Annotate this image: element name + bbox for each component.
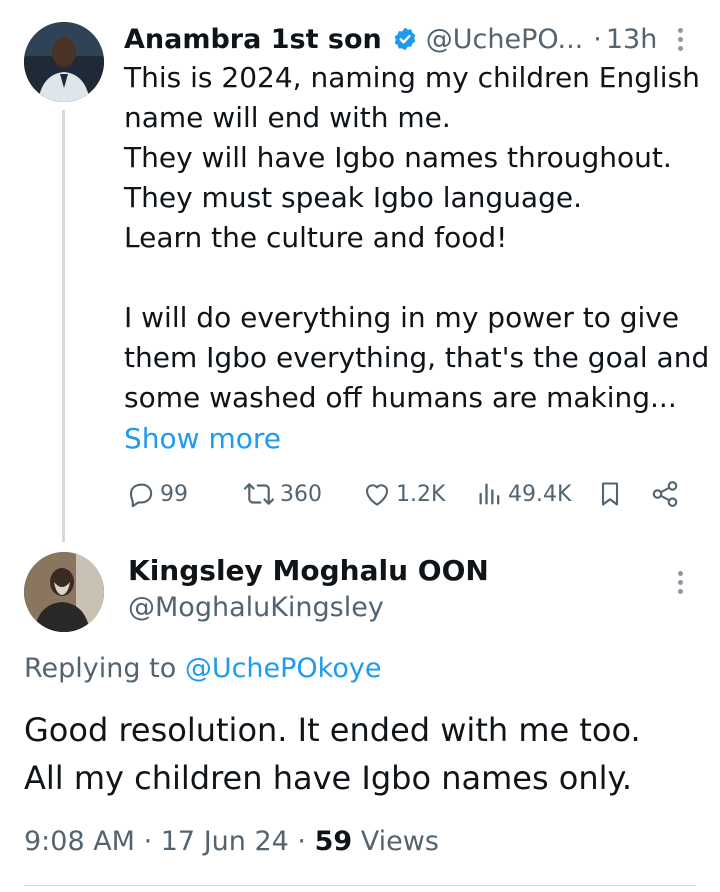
- repost-button[interactable]: 360: [242, 474, 322, 514]
- like-count: 1.2K: [396, 481, 446, 507]
- views-count: 49.4K: [508, 481, 572, 507]
- avatar-kingsley-moghalu[interactable]: [24, 552, 104, 632]
- share-icon: [652, 481, 678, 507]
- tweet1-line: Learn the culture and food!: [124, 221, 508, 254]
- tweet2-views-label: Views: [360, 826, 439, 857]
- replying-to: Replying to @UchePOkoye: [24, 653, 381, 684]
- share-button[interactable]: [650, 474, 680, 514]
- separator-dot: ·: [297, 826, 315, 857]
- avatar-anambra-1st-son[interactable]: [24, 22, 104, 102]
- tweet1-line: name will end with me.: [124, 101, 451, 134]
- reply-icon: [129, 483, 153, 508]
- tweet1-timestamp[interactable]: 13h: [606, 24, 657, 55]
- verified-badge-icon: [392, 26, 418, 52]
- reply-count: 99: [160, 481, 188, 507]
- tweet1-line: I will do everything in my power to give: [124, 301, 680, 334]
- tweet2-author-handle[interactable]: @MoghaluKingsley: [128, 592, 384, 623]
- tweet2-views-count: 59: [314, 826, 353, 857]
- tweet2-author-name[interactable]: Kingsley Moghalu OON: [128, 554, 489, 587]
- tweet1-line: them Igbo everything, that's the goal an…: [124, 341, 710, 374]
- tweet1-line: some washed off humans are making...: [124, 381, 677, 414]
- bookmark-button[interactable]: [596, 474, 624, 514]
- repost-icon: [243, 483, 275, 505]
- tweet1-author-handle[interactable]: @UchePO...: [426, 24, 584, 55]
- tweet2-meta: 9:08 AM · 17 Jun 24 · 59 Views: [24, 826, 439, 857]
- like-icon: [365, 484, 389, 506]
- tweet2-line: Good resolution. It ended with me too.: [24, 711, 641, 749]
- tweet1-author-name[interactable]: Anambra 1st son: [124, 24, 382, 55]
- bookmark-icon: [601, 482, 619, 506]
- tweet1-line: They will have Igbo names throughout.: [124, 141, 672, 174]
- replying-to-label: Replying to: [24, 653, 177, 684]
- like-button[interactable]: 1.2K: [362, 474, 445, 514]
- tweet1-line: They must speak Igbo language.: [124, 181, 582, 214]
- tweet2-text: Good resolution. It ended with me too. A…: [24, 706, 641, 802]
- divider: [24, 885, 696, 886]
- separator-dot: ·: [593, 23, 602, 55]
- tweet1-header: Anambra 1st son @UchePO... · 13h: [124, 20, 657, 58]
- tweet1-line: This is 2024, naming my children English: [124, 61, 700, 94]
- repost-count: 360: [280, 481, 322, 507]
- tweet1-action-bar: 99 360 1.2K 49.4K: [0, 474, 720, 514]
- tweet1-text: This is 2024, naming my children English…: [124, 58, 710, 418]
- views-button[interactable]: 49.4K: [476, 474, 571, 514]
- tweet2-time[interactable]: 9:08 AM: [24, 826, 135, 857]
- more-icon[interactable]: [676, 28, 684, 51]
- views-icon: [479, 483, 500, 505]
- replying-to-mention[interactable]: @UchePOkoye: [185, 653, 382, 684]
- tweet2-line: All my children have Igbo names only.: [24, 759, 633, 797]
- reply-button[interactable]: 99: [126, 474, 188, 514]
- more-icon[interactable]: [676, 571, 684, 594]
- tweet2-date[interactable]: 17 Jun 24: [161, 826, 289, 857]
- separator-dot: ·: [143, 826, 161, 857]
- show-more-link[interactable]: Show more: [124, 419, 281, 459]
